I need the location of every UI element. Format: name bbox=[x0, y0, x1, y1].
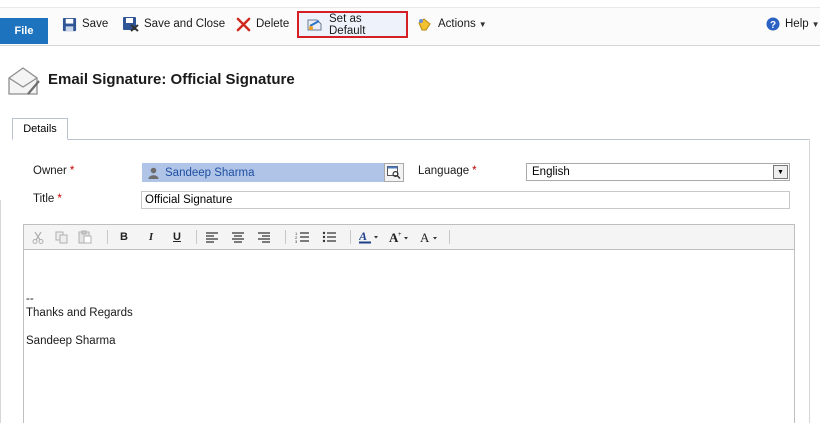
italic-button[interactable]: I bbox=[138, 227, 164, 247]
bold-button[interactable]: B bbox=[110, 227, 138, 247]
page-title: Email Signature: Official Signature bbox=[48, 71, 295, 88]
align-center-icon[interactable] bbox=[225, 227, 251, 247]
tab-details[interactable]: Details bbox=[12, 118, 68, 140]
toolbar-separator bbox=[196, 230, 197, 244]
ribbon-top-strip bbox=[0, 0, 820, 8]
set-default-icon bbox=[307, 19, 322, 30]
chevron-down-icon: ▼ bbox=[478, 19, 487, 29]
svg-text:?: ? bbox=[770, 20, 776, 31]
toolbar-separator bbox=[285, 230, 286, 244]
owner-value[interactable]: Sandeep Sharma bbox=[142, 163, 384, 182]
editor-toolbar: B I U 123 A A + A bbox=[23, 224, 795, 250]
toolbar-separator bbox=[107, 230, 108, 244]
save-label: Save bbox=[82, 18, 109, 30]
svg-text:A: A bbox=[420, 230, 430, 244]
signature-line: Thanks and Regards bbox=[26, 307, 133, 319]
toolbar-separator bbox=[350, 230, 351, 244]
signature-editor[interactable]: -- Thanks and Regards Sandeep Sharma bbox=[23, 250, 795, 423]
file-button[interactable]: File bbox=[0, 18, 48, 44]
save-and-close-button[interactable]: Save and Close bbox=[118, 12, 229, 36]
bullet-list-icon[interactable] bbox=[316, 227, 342, 247]
svg-text:A: A bbox=[359, 230, 367, 243]
numbered-list-icon[interactable]: 123 bbox=[288, 227, 316, 247]
language-select[interactable]: English ▼ bbox=[526, 163, 790, 181]
tab-divider bbox=[12, 139, 810, 140]
delete-label: Delete bbox=[256, 18, 290, 30]
set-as-default-label: Set as Default bbox=[329, 12, 366, 37]
title-label: Title * bbox=[33, 193, 62, 205]
lookup-icon bbox=[387, 166, 401, 179]
required-marker: * bbox=[69, 165, 75, 177]
command-ribbon: File Save Save and Close Delete Set as D… bbox=[0, 0, 820, 46]
align-right-icon[interactable] bbox=[251, 227, 277, 247]
lookup-button[interactable] bbox=[384, 163, 404, 182]
language-label-text: Language bbox=[418, 165, 470, 177]
dropdown-arrow-icon[interactable]: ▼ bbox=[773, 165, 788, 179]
owner-label: Owner * bbox=[33, 165, 74, 177]
owner-name: Sandeep Sharma bbox=[165, 166, 255, 179]
delete-icon bbox=[236, 17, 251, 31]
signature-line: Sandeep Sharma bbox=[26, 335, 116, 347]
font-color-icon[interactable]: A bbox=[355, 227, 385, 247]
actions-label: Actions bbox=[438, 18, 476, 30]
title-label-text: Title bbox=[33, 193, 55, 205]
language-value: English bbox=[532, 166, 570, 178]
svg-text:3: 3 bbox=[295, 239, 298, 243]
save-and-close-icon bbox=[123, 17, 139, 32]
underline-button[interactable]: U bbox=[164, 227, 190, 247]
required-marker: * bbox=[472, 165, 477, 177]
chevron-down-icon: ▼ bbox=[811, 19, 820, 29]
help-icon: ? bbox=[766, 17, 780, 31]
owner-lookup-field[interactable]: Sandeep Sharma bbox=[142, 163, 404, 182]
left-border bbox=[0, 200, 1, 423]
save-icon bbox=[62, 17, 77, 31]
help-menu-button[interactable]: ? Help ▼ bbox=[762, 12, 820, 36]
copy-icon[interactable] bbox=[49, 227, 73, 247]
title-input[interactable]: Official Signature bbox=[141, 191, 790, 209]
paste-icon[interactable] bbox=[73, 227, 97, 247]
actions-menu-button[interactable]: Actions ▼ bbox=[412, 12, 491, 36]
toolbar-separator bbox=[449, 230, 450, 244]
email-signature-icon bbox=[6, 64, 42, 101]
font-face-icon[interactable]: A bbox=[415, 227, 445, 247]
help-label: Help bbox=[785, 18, 809, 30]
language-label: Language * bbox=[418, 165, 477, 177]
svg-text:+: + bbox=[398, 232, 402, 238]
actions-icon bbox=[418, 17, 431, 30]
save-button[interactable]: Save bbox=[58, 12, 112, 36]
user-icon bbox=[148, 167, 159, 179]
set-as-default-button[interactable]: Set as Default bbox=[297, 11, 408, 38]
font-size-icon[interactable]: A + bbox=[385, 227, 415, 247]
required-marker: * bbox=[57, 193, 62, 205]
delete-button[interactable]: Delete bbox=[232, 12, 293, 36]
signature-line: -- bbox=[26, 293, 34, 305]
form-border bbox=[809, 139, 810, 423]
align-left-icon[interactable] bbox=[199, 227, 225, 247]
cut-icon[interactable] bbox=[27, 227, 49, 247]
owner-label-text: Owner bbox=[33, 165, 67, 177]
save-and-close-label: Save and Close bbox=[144, 18, 226, 30]
